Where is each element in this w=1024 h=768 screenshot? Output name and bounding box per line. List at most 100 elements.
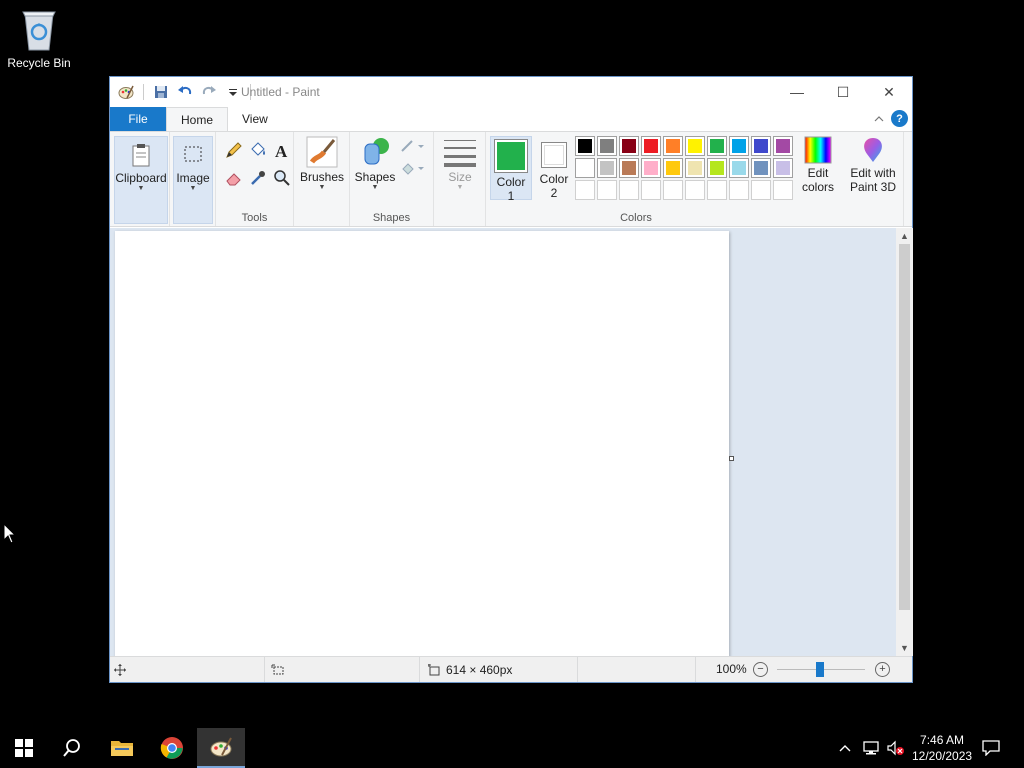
- vertical-scrollbar[interactable]: ▲ ▼: [896, 228, 913, 656]
- palette-swatch[interactable]: [597, 158, 617, 178]
- window-title: Untitled - Paint: [241, 85, 320, 99]
- action-center-button[interactable]: [982, 728, 1000, 768]
- color-picker-icon[interactable]: [248, 168, 272, 196]
- collapse-ribbon-icon[interactable]: [873, 113, 885, 125]
- scroll-up-icon[interactable]: ▲: [896, 228, 913, 244]
- colors-group-label: Colors: [620, 212, 652, 224]
- color2-button[interactable]: Color 2: [534, 136, 574, 200]
- color1-label-line1: Color: [496, 175, 526, 189]
- tab-home[interactable]: Home: [166, 107, 229, 131]
- eraser-icon[interactable]: [224, 168, 248, 196]
- edit-with-paint3d-button[interactable]: Edit with Paint 3D: [846, 136, 900, 206]
- palette-swatch[interactable]: [751, 136, 771, 156]
- color1-swatch: [497, 142, 525, 170]
- palette-swatch[interactable]: [685, 158, 705, 178]
- color1-button[interactable]: Color 1: [490, 136, 532, 203]
- zoom-slider-thumb[interactable]: [816, 662, 824, 677]
- minimize-button[interactable]: —: [774, 77, 820, 107]
- edit-colors-button[interactable]: Edit colors: [798, 136, 838, 206]
- undo-icon[interactable]: [175, 83, 195, 101]
- outline-icon[interactable]: [400, 138, 426, 157]
- image-size-icon: [428, 663, 440, 675]
- customize-qat-icon[interactable]: [223, 83, 243, 101]
- palette-swatch[interactable]: [641, 136, 661, 156]
- dropdown-arrow-icon: ▼: [318, 184, 326, 191]
- color1-label-line2: 1: [507, 189, 515, 203]
- tab-view[interactable]: View: [228, 107, 282, 131]
- palette-swatch[interactable]: [685, 136, 705, 156]
- clipboard-label: Clipboard: [115, 171, 167, 185]
- palette-swatch[interactable]: [663, 158, 683, 178]
- size-group: Size ▼: [434, 132, 486, 226]
- color2-swatch: [544, 145, 564, 165]
- scroll-down-icon[interactable]: ▼: [896, 640, 913, 656]
- file-explorer-button[interactable]: [98, 728, 146, 768]
- palette-swatch[interactable]: [773, 158, 793, 178]
- paint-window: Untitled - Paint — ☐ ✕ File Home View ? …: [109, 76, 913, 683]
- save-icon[interactable]: [151, 83, 171, 101]
- shapes-button[interactable]: Shapes ▼: [354, 136, 396, 206]
- palette-swatch[interactable]: [597, 180, 617, 200]
- palette-swatch[interactable]: [707, 136, 727, 156]
- palette-swatch[interactable]: [575, 136, 595, 156]
- palette-swatch[interactable]: [751, 180, 771, 200]
- palette-swatch[interactable]: [685, 180, 705, 200]
- palette-swatch[interactable]: [729, 136, 749, 156]
- magnifier-icon[interactable]: [272, 168, 296, 196]
- search-icon: [63, 739, 80, 757]
- text-icon[interactable]: A: [272, 140, 296, 168]
- image-size-text: 614 × 460px: [446, 662, 513, 677]
- palette-swatch[interactable]: [729, 158, 749, 178]
- palette-swatch[interactable]: [575, 158, 595, 178]
- palette-swatch[interactable]: [663, 180, 683, 200]
- palette-swatch[interactable]: [729, 180, 749, 200]
- drawing-canvas[interactable]: [115, 231, 729, 656]
- chrome-button[interactable]: [148, 728, 196, 768]
- recycle-bin[interactable]: Recycle Bin: [4, 8, 74, 70]
- size-button[interactable]: Size ▼: [438, 136, 482, 206]
- network-icon[interactable]: [862, 728, 880, 768]
- paint-taskbar-button[interactable]: [197, 728, 245, 768]
- palette-swatch[interactable]: [575, 180, 595, 200]
- search-button[interactable]: [48, 728, 96, 768]
- zoom-out-button[interactable]: −: [753, 662, 768, 677]
- palette-swatch[interactable]: [707, 158, 727, 178]
- palette-swatch[interactable]: [619, 180, 639, 200]
- help-button[interactable]: ?: [891, 110, 908, 127]
- fill-icon[interactable]: [400, 160, 426, 179]
- clock-date: 12/20/2023: [912, 749, 973, 763]
- show-hidden-icons-button[interactable]: [838, 728, 852, 768]
- folder-icon: [111, 741, 133, 756]
- palette-swatch[interactable]: [641, 158, 661, 178]
- palette-swatch[interactable]: [597, 136, 617, 156]
- brushes-button[interactable]: Brushes ▼: [298, 136, 346, 206]
- redo-icon[interactable]: [199, 83, 219, 101]
- clipboard-group: Clipboard ▼: [110, 132, 170, 226]
- palette-swatch[interactable]: [663, 136, 683, 156]
- scroll-thumb[interactable]: [899, 244, 910, 610]
- maximize-button[interactable]: ☐: [820, 77, 866, 107]
- palette-swatch[interactable]: [619, 136, 639, 156]
- palette-swatch[interactable]: [619, 158, 639, 178]
- brush-icon: [306, 136, 338, 168]
- palette-swatch[interactable]: [641, 180, 661, 200]
- zoom-in-button[interactable]: +: [875, 662, 890, 677]
- image-button[interactable]: Image ▼: [173, 136, 213, 224]
- title-bar[interactable]: Untitled - Paint — ☐ ✕: [110, 77, 912, 107]
- resize-handle[interactable]: [729, 456, 734, 461]
- paint-app-icon[interactable]: [116, 83, 136, 101]
- clipboard-button[interactable]: Clipboard ▼: [114, 136, 168, 224]
- close-button[interactable]: ✕: [866, 77, 912, 107]
- shapes-group-label: Shapes: [372, 212, 411, 224]
- system-clock[interactable]: 7:46 AM 12/20/2023: [912, 732, 972, 764]
- palette-swatch[interactable]: [773, 136, 793, 156]
- volume-muted-icon[interactable]: [886, 728, 906, 768]
- pencil-icon[interactable]: [224, 140, 248, 168]
- fill-bucket-icon[interactable]: [248, 140, 272, 168]
- brushes-group: Brushes ▼: [294, 132, 350, 226]
- palette-swatch[interactable]: [751, 158, 771, 178]
- tab-file[interactable]: File: [110, 107, 166, 131]
- palette-swatch[interactable]: [773, 180, 793, 200]
- palette-swatch[interactable]: [707, 180, 727, 200]
- start-button[interactable]: [0, 728, 48, 768]
